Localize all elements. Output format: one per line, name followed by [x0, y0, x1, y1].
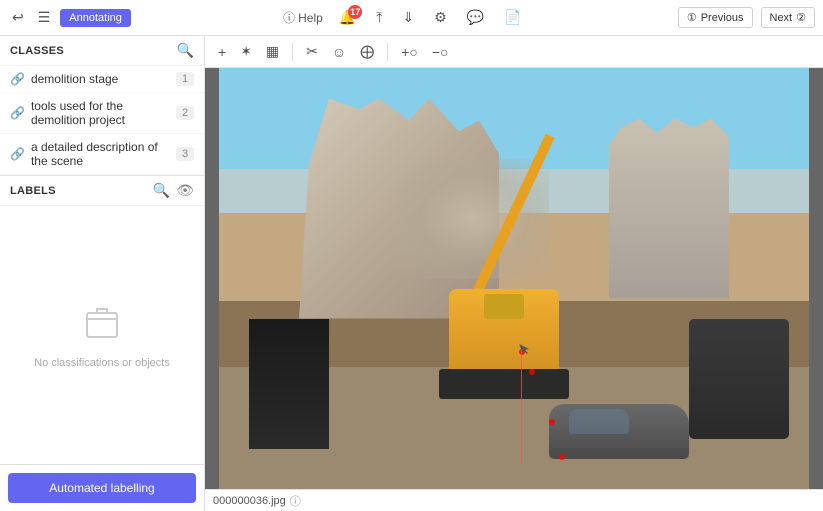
top-bar-center: ⓘ Help 🔔 17 ⤒ ⇓ ⚙ 💬 📄	[283, 7, 526, 28]
class-icon-1: 🔗	[10, 106, 25, 120]
excavator-tracks	[439, 369, 569, 399]
classes-section-header: Classes 🔍	[0, 36, 204, 66]
excavator-body	[449, 289, 559, 379]
class-icon-2: 🔗	[10, 147, 25, 161]
next-icon: ②	[796, 11, 806, 24]
class-item-1[interactable]: 🔗 tools used for the demolition project …	[0, 93, 204, 134]
class-name-2: a detailed description of the scene	[31, 140, 170, 168]
file-button[interactable]: 📄	[500, 7, 525, 28]
help-icon: ⓘ	[283, 9, 295, 26]
main-layout: Classes 🔍 🔗 demolition stage 1 🔗 tools u…	[0, 36, 823, 511]
canvas-area: + ✶ ▦ ✂ ☺ ⨁ +○ −○	[205, 36, 823, 511]
auto-label-button[interactable]: Automated labelling	[8, 473, 196, 503]
class-count-2: 3	[176, 147, 194, 161]
annotation-toolbar: + ✶ ▦ ✂ ☺ ⨁ +○ −○	[205, 36, 823, 68]
class-item-0[interactable]: 🔗 demolition stage 1	[0, 66, 204, 93]
classes-title: Classes	[10, 45, 64, 57]
car-window	[569, 409, 629, 434]
top-bar-right: ① Previous Next ②	[678, 7, 815, 28]
labels-header: Labels 🔍 👁	[0, 176, 204, 206]
cut-tool-button[interactable]: ✂	[301, 40, 323, 63]
classes-search-button[interactable]: 🔍	[177, 42, 194, 59]
class-name-0: demolition stage	[31, 72, 170, 86]
prev-icon: ①	[687, 11, 697, 24]
sidebar-bottom: Automated labelling	[0, 464, 204, 511]
notification-count: 17	[348, 5, 362, 19]
class-icon-0: 🔗	[10, 72, 25, 86]
class-count-1: 2	[176, 106, 194, 120]
sidebar: Classes 🔍 🔗 demolition stage 1 🔗 tools u…	[0, 36, 205, 511]
annotation-dot-2	[529, 369, 535, 375]
help-button[interactable]: ⓘ Help	[283, 9, 323, 26]
labels-tools: 🔍 👁	[153, 182, 194, 199]
bbox-tool-button[interactable]: ▦	[261, 40, 284, 63]
annotation-dot-3	[549, 419, 555, 425]
zoom-out-button[interactable]: −○	[427, 41, 454, 63]
labels-search-button[interactable]: 🔍	[153, 182, 170, 199]
image-area[interactable]	[205, 68, 823, 489]
toolbar-separator-2	[387, 43, 388, 61]
menu-button[interactable]: ☰	[34, 7, 55, 28]
class-name-1: tools used for the demolition project	[31, 99, 170, 127]
labels-visibility-button[interactable]: 👁	[176, 182, 194, 199]
class-item-2[interactable]: 🔗 a detailed description of the scene 3	[0, 134, 204, 175]
annotation-canvas[interactable]	[219, 68, 809, 489]
classes-list: 🔗 demolition stage 1 🔗 tools used for th…	[0, 66, 204, 175]
labels-empty-state: No classifications or objects	[0, 206, 204, 464]
toolbar-separator-1	[292, 43, 293, 61]
filename-label: 000000036.jpg	[213, 495, 286, 507]
labels-empty-text: No classifications or objects	[34, 357, 170, 369]
top-bar-left: ↩ ☰ Annotating	[8, 7, 131, 28]
annotation-dot-4	[559, 454, 565, 460]
top-bar: ↩ ☰ Annotating ⓘ Help 🔔 17 ⤒ ⇓ ⚙ 💬 📄 ① P…	[0, 0, 823, 36]
crosshair-tool-button[interactable]: ⨁	[355, 40, 379, 63]
share-button[interactable]: ⤒	[372, 7, 386, 28]
download-button[interactable]: ⇓	[398, 7, 418, 28]
next-button[interactable]: Next ②	[761, 7, 816, 28]
car-wreck	[549, 404, 689, 459]
zoom-in-button[interactable]: +○	[396, 41, 423, 63]
undo-button[interactable]: ↩	[8, 7, 28, 28]
black-container	[249, 319, 329, 449]
settings-button[interactable]: ⚙	[430, 7, 451, 28]
star-tool-button[interactable]: ✶	[235, 40, 257, 63]
vehicle-right	[689, 319, 789, 439]
previous-button[interactable]: ① Previous	[678, 7, 753, 28]
chat-button[interactable]: 💬	[463, 7, 488, 28]
labels-title: Labels	[10, 185, 56, 197]
image-footer: 000000036.jpg ⓘ	[205, 489, 823, 511]
file-info-icon[interactable]: ⓘ	[290, 493, 301, 509]
annotating-badge: Annotating	[60, 9, 131, 27]
emoji-tool-button[interactable]: ☺	[327, 41, 351, 63]
notifications-area: 🔔 17	[335, 7, 360, 28]
labels-section: Labels 🔍 👁 No classifications or objects	[0, 175, 204, 464]
cursor-indicator	[519, 344, 531, 356]
class-count-0: 1	[176, 72, 194, 86]
building-right	[609, 119, 729, 299]
empty-labels-icon	[82, 301, 122, 349]
add-tool-button[interactable]: +	[213, 41, 231, 63]
